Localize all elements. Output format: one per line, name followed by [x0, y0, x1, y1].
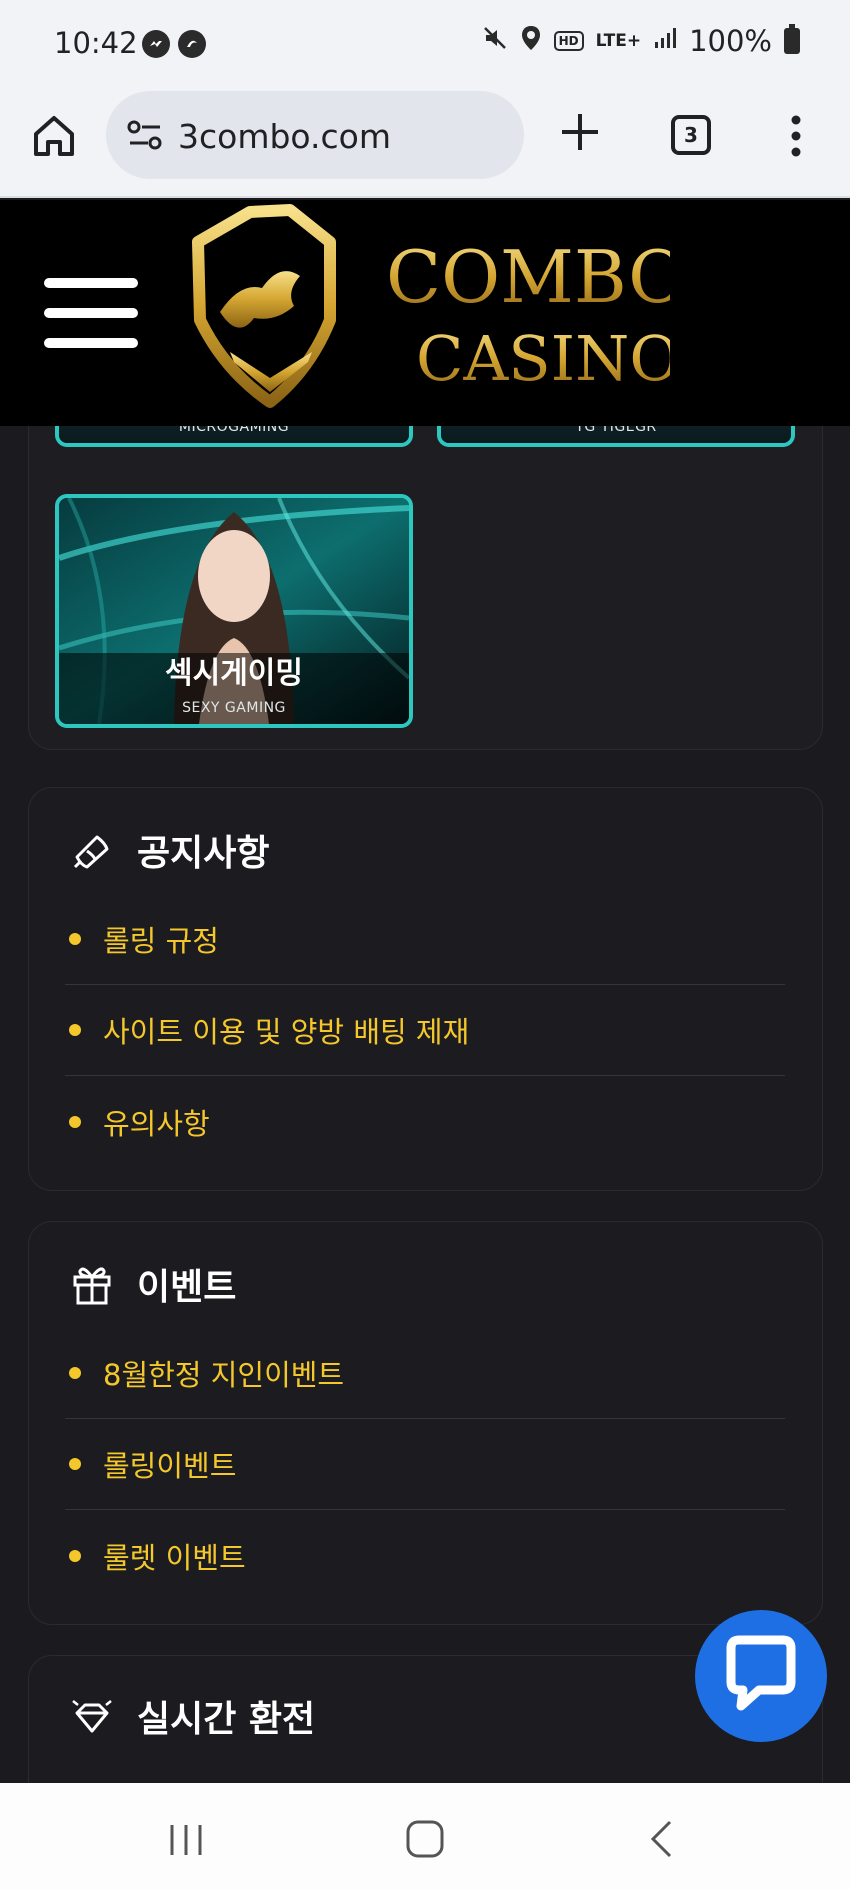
event-link[interactable]: 롤링이벤트 [103, 1443, 236, 1485]
tab-switcher-button[interactable]: 3 [671, 115, 711, 155]
system-navigation-bar [0, 1783, 850, 1889]
home-nav-icon[interactable] [405, 1819, 445, 1859]
notice-link[interactable]: 유의사항 [103, 1101, 210, 1143]
list-item[interactable]: 롤링 규정 [65, 894, 785, 985]
event-panel: 이벤트 8월한정 지인이벤트 롤링이벤트 룰렛 이벤트 [28, 1221, 823, 1625]
megaphone-icon [73, 835, 109, 869]
game-provider-label: SEXY GAMING [182, 700, 286, 716]
app-notification-icon [178, 30, 206, 58]
battery-icon [784, 24, 800, 54]
event-title: 이벤트 [137, 1267, 237, 1308]
game-card-sexy-gaming[interactable]: 섹시게이밍 SEXY GAMING [55, 494, 413, 728]
status-time: 10:42 [54, 26, 138, 60]
list-item[interactable]: 룰렛 이벤트 [65, 1510, 785, 1601]
list-item[interactable]: 롤링이벤트 [65, 1419, 785, 1510]
hd-voice-icon: HD [553, 31, 584, 51]
notice-title: 공지사항 [137, 833, 270, 874]
url-text[interactable]: 3combo.com [178, 117, 391, 156]
status-bar: 10:42 HD LTE+ 100% [0, 0, 850, 88]
event-link[interactable]: 8월한정 지인이벤트 [103, 1352, 344, 1394]
messenger-icon [142, 30, 170, 58]
event-link[interactable]: 룰렛 이벤트 [103, 1535, 246, 1577]
site-settings-icon[interactable] [126, 119, 164, 151]
live-chat-button[interactable] [695, 1610, 827, 1742]
signal-icon [653, 26, 677, 56]
combo-casino-logo[interactable]: COMBO CASINO [190, 202, 687, 414]
gift-icon [73, 1267, 111, 1305]
location-icon [520, 24, 542, 58]
battery-percent: 100% [689, 24, 772, 58]
chat-bubble-icon [726, 1635, 796, 1711]
more-menu-icon[interactable] [780, 114, 812, 158]
hamburger-menu-icon[interactable] [44, 278, 138, 348]
game-title-korean: 섹시게이밍 [165, 656, 303, 691]
exchange-title: 실시간 환전 [137, 1699, 316, 1740]
notice-link[interactable]: 사이트 이용 및 양방 배팅 제재 [103, 1009, 469, 1051]
svg-text:COMBO: COMBO [386, 235, 670, 319]
diamond-icon [72, 1700, 112, 1733]
mute-vibrate-icon [482, 25, 508, 57]
list-item[interactable]: 사이트 이용 및 양방 배팅 제재 [65, 985, 785, 1076]
new-tab-icon[interactable] [556, 108, 604, 156]
svg-text:CASINO: CASINO [416, 322, 670, 395]
recent-apps-icon[interactable] [168, 1823, 204, 1857]
site-header: COMBO CASINO [0, 200, 850, 426]
back-nav-icon[interactable] [648, 1819, 674, 1859]
notice-panel: 공지사항 롤링 규정 사이트 이용 및 양방 배팅 제재 유의사항 [28, 787, 823, 1191]
lte-indicator: LTE+ [595, 30, 642, 51]
home-icon[interactable] [30, 112, 78, 160]
notice-link[interactable]: 롤링 규정 [103, 918, 219, 960]
list-item[interactable]: 8월한정 지인이벤트 [65, 1328, 785, 1419]
address-bar[interactable]: 3combo.com [106, 91, 524, 179]
list-item[interactable]: 유의사항 [65, 1076, 785, 1167]
browser-toolbar: 3combo.com 3 [0, 88, 850, 198]
